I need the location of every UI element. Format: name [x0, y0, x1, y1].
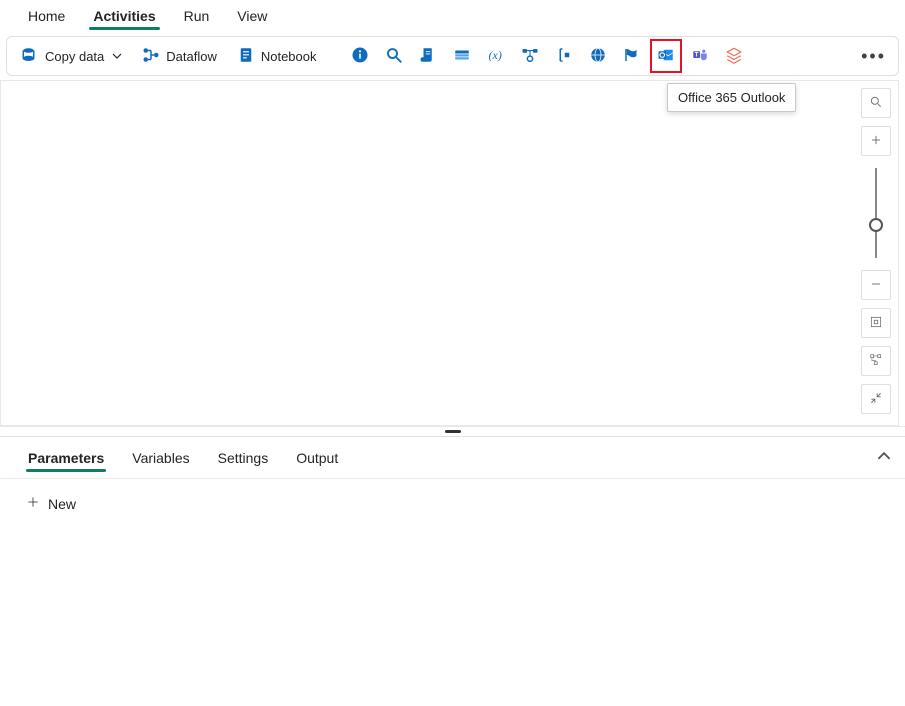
- web-activity-button[interactable]: [583, 40, 613, 72]
- activities-toolbar: Copy data Dataflow Notebook (x): [6, 36, 899, 76]
- collapse-panel-button[interactable]: [877, 449, 891, 466]
- variable-icon: (x): [487, 46, 505, 67]
- plus-icon: [26, 495, 40, 512]
- info-icon: [351, 46, 369, 67]
- script-activity-button[interactable]: [413, 40, 443, 72]
- svg-text:T: T: [694, 52, 698, 58]
- more-activities-button[interactable]: •••: [855, 40, 892, 72]
- collapse-arrows-icon: [869, 391, 883, 408]
- fullscreen-toggle-button[interactable]: [861, 384, 891, 414]
- globe-icon: [589, 46, 607, 67]
- tab-settings[interactable]: Settings: [204, 440, 283, 476]
- properties-panel: Parameters Variables Settings Output New: [0, 436, 905, 528]
- flag-icon: [623, 46, 641, 67]
- tab-parameters[interactable]: Parameters: [14, 440, 118, 476]
- notebook-icon: [237, 46, 255, 67]
- zoom-in-button[interactable]: [861, 126, 891, 156]
- zoom-slider-thumb[interactable]: [869, 218, 883, 232]
- plus-icon: [869, 133, 883, 150]
- zoom-out-button[interactable]: [861, 270, 891, 300]
- outlook-activity-button[interactable]: [651, 40, 681, 72]
- search-icon: [385, 46, 403, 67]
- fit-to-screen-button[interactable]: [861, 308, 891, 338]
- panel-splitter[interactable]: [0, 426, 905, 436]
- notebook-label: Notebook: [261, 49, 317, 64]
- dataflow-button[interactable]: Dataflow: [134, 40, 225, 72]
- canvas-controls: [861, 88, 891, 414]
- teams-activity-button[interactable]: T: [685, 40, 715, 72]
- auto-align-icon: [869, 353, 883, 370]
- semantic-model-button[interactable]: [719, 40, 749, 72]
- svg-text:(x): (x): [488, 47, 501, 61]
- copy-data-icon: [21, 46, 39, 67]
- bracket-arrow-icon: [555, 46, 573, 67]
- search-icon: [869, 95, 883, 112]
- tab-variables[interactable]: Variables: [118, 440, 203, 476]
- tab-run[interactable]: Run: [170, 2, 224, 32]
- table-icon: [453, 46, 471, 67]
- notebook-button[interactable]: Notebook: [229, 40, 325, 72]
- pipeline-canvas-wrapper: [0, 80, 899, 426]
- info-activity-button[interactable]: [345, 40, 375, 72]
- pipeline-activity-button[interactable]: [515, 40, 545, 72]
- teams-icon: T: [691, 46, 709, 67]
- parameters-content: New: [0, 479, 905, 528]
- pipeline-canvas[interactable]: [0, 80, 899, 426]
- layers-icon: [725, 46, 743, 67]
- zoom-slider-track[interactable]: [875, 168, 877, 258]
- fit-icon: [869, 315, 883, 332]
- ellipsis-icon: •••: [861, 46, 886, 67]
- lookup-activity-button[interactable]: [379, 40, 409, 72]
- tab-output[interactable]: Output: [282, 440, 352, 476]
- pipeline-icon: [521, 46, 539, 67]
- tab-view[interactable]: View: [223, 2, 281, 32]
- new-parameter-button[interactable]: New: [18, 491, 84, 516]
- dataflow-label: Dataflow: [166, 49, 217, 64]
- dataflow-icon: [142, 46, 160, 67]
- set-variable-button[interactable]: (x): [481, 40, 511, 72]
- stored-procedure-button[interactable]: [447, 40, 477, 72]
- tab-home[interactable]: Home: [14, 2, 79, 32]
- chevron-down-icon: [110, 49, 122, 64]
- auto-align-button[interactable]: [861, 346, 891, 376]
- chevron-up-icon: [877, 451, 891, 466]
- canvas-search-button[interactable]: [861, 88, 891, 118]
- copy-data-label: Copy data: [45, 49, 104, 64]
- azure-activity-button[interactable]: [617, 40, 647, 72]
- copy-data-button[interactable]: Copy data: [13, 40, 130, 72]
- minus-icon: [869, 277, 883, 294]
- tab-activities[interactable]: Activities: [79, 2, 169, 32]
- invoke-activity-button[interactable]: [549, 40, 579, 72]
- properties-tab-bar: Parameters Variables Settings Output: [0, 437, 905, 479]
- outlook-icon: [657, 46, 675, 67]
- new-label: New: [48, 496, 76, 512]
- top-tab-bar: Home Activities Run View: [0, 0, 905, 32]
- script-icon: [419, 46, 437, 67]
